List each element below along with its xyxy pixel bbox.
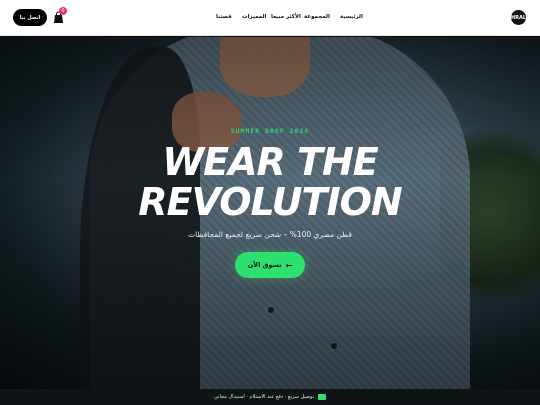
nav-item-home[interactable]: الرئيسية xyxy=(340,14,363,20)
shop-now-button[interactable]: تسوق الآن ← xyxy=(235,252,305,278)
hero-subline: قطن مصري 100% – شحن سريع لجميع المحافظات xyxy=(188,230,352,239)
hero-kicker: SUMMER DROP 2026 xyxy=(230,127,310,135)
site-header: اتصل بنا 0 الرئيسية المجموعة الأكثر مبيع… xyxy=(0,0,540,36)
arrow-left-icon: ← xyxy=(285,260,293,270)
truck-icon xyxy=(318,394,327,400)
nav-item-collection[interactable]: المجموعة xyxy=(304,14,330,20)
shipping-info-bar: توصيل سريع · دفع عند الاستلام · استبدال … xyxy=(0,389,540,405)
shipping-info-text: توصيل سريع · دفع عند الاستلام · استبدال … xyxy=(213,394,315,400)
cart-count-badge: 0 xyxy=(59,7,67,15)
hero-headline-line2: REVOLUTION xyxy=(138,180,402,224)
nav-item-features[interactable]: المميزات xyxy=(242,14,266,20)
hero-headline-line1: WEAR THE xyxy=(162,140,378,184)
shop-now-label: تسوق الآن xyxy=(247,261,282,269)
nav-item-bestsellers[interactable]: الأكثر مبيعا xyxy=(271,14,301,20)
contact-button[interactable]: اتصل بنا xyxy=(13,9,47,26)
brand-logo[interactable]: HRAL xyxy=(511,10,526,25)
nav-item-our-story[interactable]: قصتنا xyxy=(216,14,232,20)
